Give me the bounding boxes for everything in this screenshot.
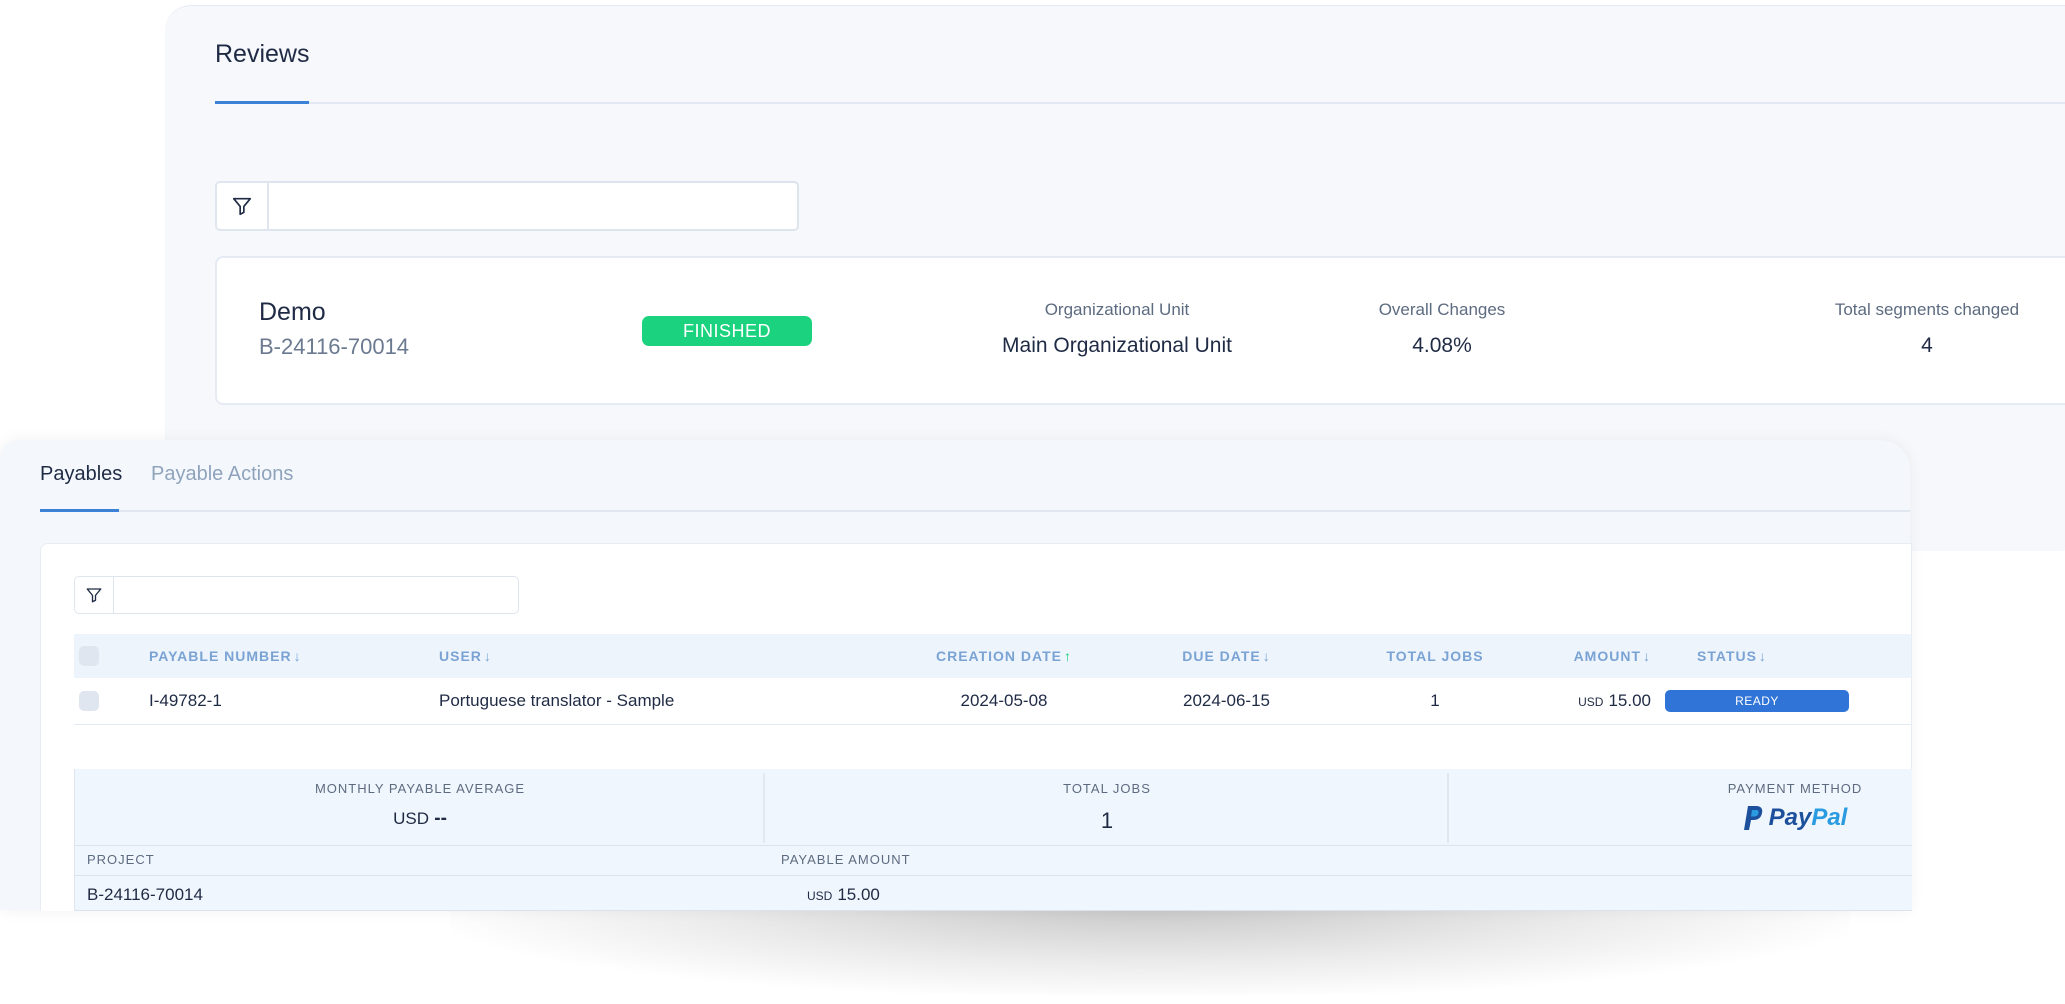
cell-amount: USD 15.00 bbox=[1546, 678, 1651, 725]
stat-label: Overall Changes bbox=[1378, 300, 1506, 319]
detail-separator bbox=[75, 875, 1912, 876]
review-id: B-24116-70014 bbox=[259, 334, 410, 359]
sort-arrow-down-icon: ↓ bbox=[1758, 648, 1767, 664]
cell-status: READY bbox=[1651, 678, 1911, 725]
reviews-title: Reviews bbox=[215, 40, 310, 68]
review-card[interactable]: Demo B-24116-70014 FINISHED Organization… bbox=[215, 256, 2065, 405]
detail-label: MONTHLY PAYABLE AVERAGE bbox=[314, 781, 526, 796]
select-all-checkbox[interactable] bbox=[79, 646, 99, 666]
stat-organizational-unit: Organizational Unit Main Organizational … bbox=[997, 300, 1237, 358]
monthly-avg-currency: USD bbox=[393, 809, 429, 828]
stat-overall-changes: Overall Changes 4.08% bbox=[1347, 300, 1537, 358]
payables-card: PAYABLE NUMBER ↓ USER ↓ CREATION DATE ↑ DUE… bbox=[40, 543, 1912, 911]
payables-panel: Payables Payable Actions PAYABLE NUMBER … bbox=[0, 440, 1912, 911]
column-header-creation-date[interactable]: CREATION DATE ↑ bbox=[879, 634, 1129, 678]
column-header-label: DUE DATE bbox=[1182, 648, 1261, 664]
sort-arrow-down-icon: ↓ bbox=[483, 648, 492, 664]
tab-payable-actions[interactable]: Payable Actions bbox=[151, 463, 293, 486]
column-header-label: PAYABLE NUMBER bbox=[149, 648, 292, 664]
payable-amount-number: 15.00 bbox=[837, 885, 880, 904]
paypal-wordmark: PayPal bbox=[1769, 804, 1848, 832]
stat-label: Total segments changed bbox=[1834, 300, 2020, 319]
payables-search-input[interactable] bbox=[114, 576, 519, 614]
monthly-payable-average: MONTHLY PAYABLE AVERAGE USD -- bbox=[75, 769, 765, 845]
payables-filter-bar bbox=[74, 576, 519, 614]
payable-amount-value: USD 15.00 bbox=[807, 885, 880, 905]
column-header-user[interactable]: USER ↓ bbox=[439, 634, 879, 678]
project-label: PROJECT bbox=[87, 852, 155, 867]
table-header-row: PAYABLE NUMBER ↓ USER ↓ CREATION DATE ↑ DUE… bbox=[74, 634, 1911, 678]
payables-table: PAYABLE NUMBER ↓ USER ↓ CREATION DATE ↑ DUE… bbox=[74, 634, 1911, 725]
amount-currency: USD bbox=[1578, 695, 1604, 709]
detail-label: PAYMENT METHOD bbox=[1727, 781, 1863, 796]
paypal-logo: PayPal bbox=[1705, 804, 1885, 832]
column-header-payable-number[interactable]: PAYABLE NUMBER ↓ bbox=[149, 634, 439, 678]
cell-creation-date: 2024-05-08 bbox=[879, 678, 1129, 725]
row-details-panel: MONTHLY PAYABLE AVERAGE USD -- TOTAL JOB… bbox=[74, 769, 1912, 911]
column-header-due-date[interactable]: DUE DATE ↓ bbox=[1129, 634, 1324, 678]
reviews-filter-bar bbox=[215, 181, 799, 231]
column-header-amount[interactable]: AMOUNT ↓ bbox=[1546, 634, 1651, 678]
tabs-track bbox=[40, 510, 1910, 512]
review-name: Demo bbox=[259, 298, 326, 326]
stat-total-segments-changed: Total segments changed 4 bbox=[1817, 300, 2037, 358]
reviews-search-input[interactable] bbox=[269, 181, 799, 231]
payment-method: PAYMENT METHOD PayPal bbox=[1705, 769, 1885, 845]
status-badge: FINISHED bbox=[642, 316, 812, 346]
paypal-wordmark-pal: Pal bbox=[1811, 804, 1848, 831]
paypal-wordmark-pay: Pay bbox=[1768, 804, 1812, 831]
amount-value: 15.00 bbox=[1608, 691, 1651, 710]
reviews-tab-underline bbox=[215, 101, 309, 104]
project-value: B-24116-70014 bbox=[87, 885, 203, 904]
stat-value: Main Organizational Unit bbox=[1002, 334, 1232, 357]
column-header-label: AMOUNT bbox=[1573, 648, 1641, 664]
reviews-tab-track bbox=[215, 102, 2065, 104]
sort-arrow-down-icon: ↓ bbox=[293, 648, 302, 664]
tab-payables[interactable]: Payables bbox=[40, 463, 122, 486]
cell-payable-number: I-49782-1 bbox=[149, 678, 439, 725]
sort-arrow-down-icon: ↓ bbox=[1643, 648, 1651, 664]
cell-due-date: 2024-06-15 bbox=[1129, 678, 1324, 725]
payable-amount-label: PAYABLE AMOUNT bbox=[781, 852, 911, 867]
sort-arrow-up-icon: ↑ bbox=[1064, 648, 1073, 664]
filter-icon bbox=[86, 588, 102, 603]
row-select-cell bbox=[74, 678, 149, 725]
stat-value: 4 bbox=[1921, 334, 1933, 357]
paypal-icon bbox=[1743, 806, 1762, 830]
active-tab-underline bbox=[40, 509, 119, 512]
column-header-label: USER bbox=[439, 648, 482, 664]
cell-total-jobs: 1 bbox=[1324, 678, 1546, 725]
column-header-total-jobs[interactable]: TOTAL JOBS bbox=[1324, 634, 1546, 678]
detail-divider bbox=[1447, 773, 1449, 843]
monthly-avg-value: -- bbox=[434, 808, 447, 829]
stat-value: 4.08% bbox=[1412, 334, 1472, 357]
payables-panel-shadow bbox=[450, 905, 1850, 995]
cell-user: Portuguese translator - Sample bbox=[439, 678, 879, 725]
column-header-label: STATUS bbox=[1697, 648, 1757, 664]
detail-value: USD -- bbox=[75, 808, 765, 830]
column-header-label: CREATION DATE bbox=[935, 648, 1063, 664]
sort-arrow-down-icon: ↓ bbox=[1262, 648, 1271, 664]
detail-value: 1 bbox=[1100, 808, 1114, 833]
status-badge: READY bbox=[1665, 690, 1849, 712]
stat-label: Organizational Unit bbox=[1044, 300, 1190, 319]
row-checkbox[interactable] bbox=[79, 691, 99, 712]
payables-filter-button[interactable] bbox=[74, 576, 114, 614]
column-header-status[interactable]: STATUS ↓ bbox=[1651, 634, 1911, 678]
column-header-label: TOTAL JOBS bbox=[1386, 648, 1484, 664]
payable-amount-currency: USD bbox=[807, 889, 833, 903]
select-all-header bbox=[74, 634, 149, 678]
detail-label: TOTAL JOBS bbox=[1063, 781, 1151, 796]
detail-separator bbox=[75, 845, 1912, 846]
detail-total-jobs: TOTAL JOBS 1 bbox=[765, 769, 1449, 845]
detail-bottom-border bbox=[75, 910, 1912, 911]
filter-icon bbox=[232, 197, 252, 216]
table-row[interactable]: I-49782-1 Portuguese translator - Sample… bbox=[74, 678, 1911, 725]
reviews-filter-button[interactable] bbox=[215, 181, 269, 231]
